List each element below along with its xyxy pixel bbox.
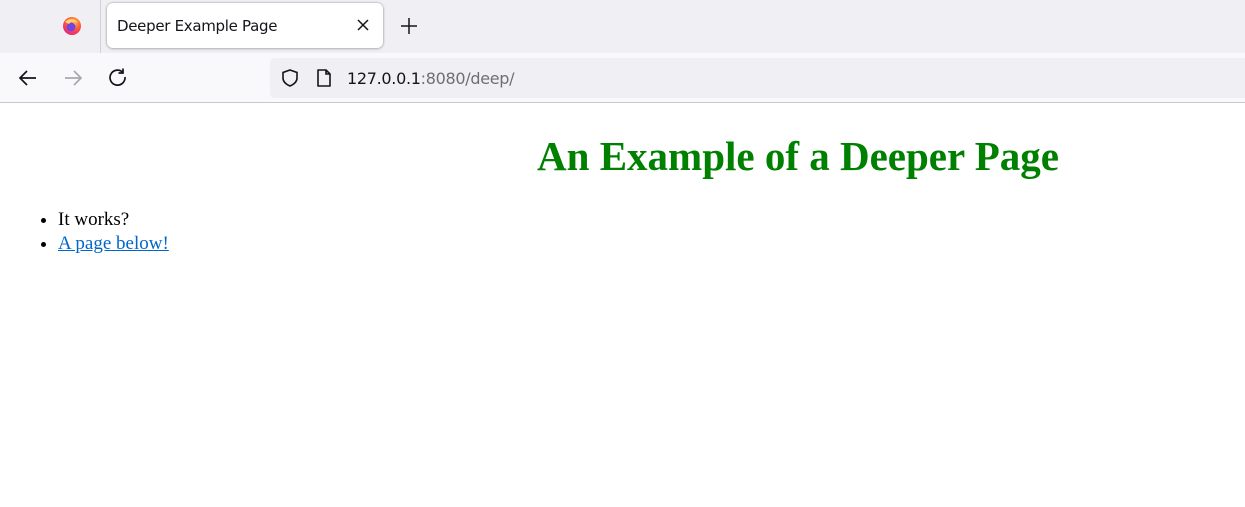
url-path: :8080/deep/ [420,69,515,88]
page-content: An Example of a Deeper Page It works? A … [0,104,1245,507]
page-below-link[interactable]: A page below! [58,233,169,254]
tab-active[interactable]: Deeper Example Page [107,3,383,48]
page-icon[interactable] [315,68,333,88]
forward-arrow-icon[interactable] [61,66,85,90]
url-host: 127.0.0.1 [347,69,421,88]
firefox-logo-icon [63,17,81,35]
back-arrow-icon[interactable] [16,66,40,90]
page-heading: An Example of a Deeper Page [537,133,1059,179]
plus-icon[interactable] [398,15,420,37]
close-icon[interactable] [353,15,373,35]
tab-bar: Deeper Example Page [0,0,1245,53]
item-list: It works? A page below! [58,208,169,256]
firefox-view-tab[interactable] [0,0,101,53]
list-item: A page below! [58,232,169,256]
navigation-toolbar: 127.0.0.1:8080/deep/ [0,53,1245,103]
url-text[interactable]: 127.0.0.1:8080/deep/ [347,69,515,88]
address-bar[interactable]: 127.0.0.1:8080/deep/ [270,58,1245,98]
reload-icon[interactable] [106,66,130,90]
list-item: It works? [58,208,169,232]
tab-title: Deeper Example Page [117,17,278,35]
list-item-text: It works? [58,209,130,230]
shield-icon[interactable] [280,68,300,88]
